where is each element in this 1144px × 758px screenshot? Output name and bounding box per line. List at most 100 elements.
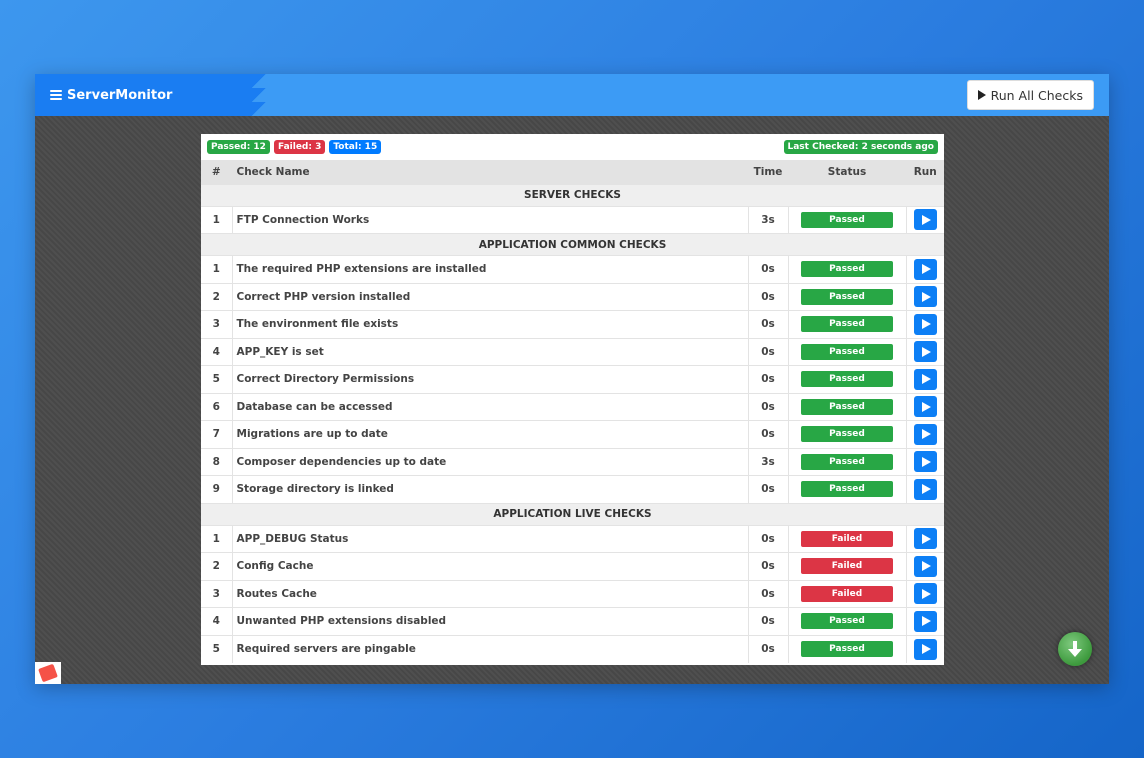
run-check-button[interactable] xyxy=(913,610,937,632)
check-time: 0s xyxy=(747,475,788,503)
table-row: 5 Required servers are pingable 0s Passed xyxy=(201,634,944,663)
run-check-button[interactable] xyxy=(913,423,937,445)
run-check-button[interactable] xyxy=(913,555,937,577)
check-run-cell xyxy=(905,524,944,553)
table-row: 1 APP_DEBUG Status 0s Failed xyxy=(201,524,944,553)
run-check-button[interactable] xyxy=(913,583,937,605)
play-icon xyxy=(921,561,931,572)
status-badge: Passed xyxy=(801,613,893,630)
check-name: APP_KEY is set xyxy=(231,337,748,366)
run-check-button[interactable] xyxy=(913,396,937,418)
run-check-button[interactable] xyxy=(913,528,937,550)
check-time: 0s xyxy=(747,392,788,421)
run-check-button[interactable] xyxy=(913,341,937,363)
check-status-cell: Failed xyxy=(787,579,906,608)
status-badge: Passed xyxy=(801,343,893,360)
check-number: 4 xyxy=(201,337,232,366)
table-row: 4 Unwanted PHP extensions disabled 0s Passe… xyxy=(201,607,944,635)
table-row: 6 Database can be accessed 0s Passed xyxy=(201,392,944,421)
play-icon xyxy=(921,346,931,357)
check-number: 2 xyxy=(201,552,232,580)
run-check-button[interactable] xyxy=(913,313,937,335)
check-time: 0s xyxy=(747,607,788,635)
run-check-button[interactable] xyxy=(913,258,937,280)
table-row: 2 Correct PHP version installed 0s Passed xyxy=(201,282,944,311)
run-check-button[interactable] xyxy=(913,368,937,390)
play-icon xyxy=(921,588,931,599)
section-title: APPLICATION COMMON CHECKS xyxy=(201,233,944,256)
play-icon xyxy=(921,616,931,627)
check-run-cell xyxy=(905,392,944,421)
check-number: 1 xyxy=(201,205,232,234)
checks-table-body: SERVER CHECKS 1 FTP Connection Works 3s Pass… xyxy=(201,183,944,663)
run-check-button[interactable] xyxy=(913,638,937,660)
run-check-button[interactable] xyxy=(913,451,937,473)
check-number: 2 xyxy=(201,282,232,311)
check-status-cell: Passed xyxy=(787,475,906,503)
check-name: FTP Connection Works xyxy=(231,205,748,234)
check-run-cell xyxy=(905,310,944,338)
play-icon xyxy=(977,90,986,100)
last-checked-badge: Last Checked: 2 seconds ago xyxy=(783,140,938,154)
table-row: 1 The required PHP extensions are install… xyxy=(201,255,944,283)
check-time: 0s xyxy=(747,255,788,283)
col-header-num: # xyxy=(201,160,232,184)
table-row: 4 APP_KEY is set 0s Passed xyxy=(201,337,944,366)
check-status-cell: Passed xyxy=(787,337,906,366)
run-all-checks-button[interactable]: Run All Checks xyxy=(966,80,1094,110)
check-run-cell xyxy=(905,552,944,580)
check-time: 0s xyxy=(747,579,788,608)
status-badge: Passed xyxy=(801,481,893,498)
section-header-row: SERVER CHECKS xyxy=(201,183,944,206)
check-status-cell: Passed xyxy=(787,282,906,311)
section-header-row: APPLICATION LIVE CHECKS xyxy=(201,502,944,525)
check-time: 0s xyxy=(747,310,788,338)
check-name: Routes Cache xyxy=(231,579,748,608)
check-status-cell: Passed xyxy=(787,447,906,476)
check-number: 7 xyxy=(201,420,232,448)
check-number: 9 xyxy=(201,475,232,503)
check-status-cell: Passed xyxy=(787,255,906,283)
status-badge: Passed xyxy=(801,261,893,278)
check-name: Migrations are up to date xyxy=(231,420,748,448)
check-time: 3s xyxy=(747,205,788,234)
check-time: 0s xyxy=(747,365,788,393)
check-status-cell: Failed xyxy=(787,552,906,580)
run-check-button[interactable] xyxy=(913,478,937,500)
checks-panel: Passed: 12 Failed: 3 Total: 15 Last Chec… xyxy=(201,134,944,665)
table-row: 7 Migrations are up to date 0s Passed xyxy=(201,420,944,448)
check-status-cell: Passed xyxy=(787,310,906,338)
check-time: 0s xyxy=(747,282,788,311)
check-number: 3 xyxy=(201,579,232,608)
check-time: 3s xyxy=(747,447,788,476)
status-badge: Failed xyxy=(801,558,893,575)
table-row: 9 Storage directory is linked 0s Passed xyxy=(201,475,944,503)
check-run-cell xyxy=(905,420,944,448)
main-content: Passed: 12 Failed: 3 Total: 15 Last Chec… xyxy=(35,116,1109,684)
check-run-cell xyxy=(905,475,944,503)
check-name: Unwanted PHP extensions disabled xyxy=(231,607,748,635)
check-run-cell xyxy=(905,447,944,476)
check-status-cell: Failed xyxy=(787,524,906,553)
brand[interactable]: ServerMonitor xyxy=(35,74,268,116)
passed-count-badge: Passed: 12 xyxy=(207,140,270,154)
play-icon xyxy=(921,456,931,467)
navbar: ServerMonitor Run All Checks xyxy=(35,74,1109,116)
play-icon xyxy=(921,401,931,412)
table-row: 5 Correct Directory Permissions 0s Passed xyxy=(201,365,944,393)
check-run-cell xyxy=(905,365,944,393)
check-status-cell: Passed xyxy=(787,420,906,448)
scroll-down-button[interactable] xyxy=(1058,632,1092,666)
play-icon xyxy=(921,291,931,302)
status-badge: Passed xyxy=(801,641,893,657)
check-name: APP_DEBUG Status xyxy=(231,524,748,553)
run-check-button[interactable] xyxy=(913,209,937,231)
col-header-time: Time xyxy=(747,160,788,184)
check-number: 5 xyxy=(201,365,232,393)
run-check-button[interactable] xyxy=(913,286,937,308)
check-time: 0s xyxy=(747,420,788,448)
status-badge: Passed xyxy=(801,316,893,333)
server-icon xyxy=(50,90,62,100)
play-icon xyxy=(921,319,931,330)
arrow-down-icon xyxy=(1068,641,1082,657)
